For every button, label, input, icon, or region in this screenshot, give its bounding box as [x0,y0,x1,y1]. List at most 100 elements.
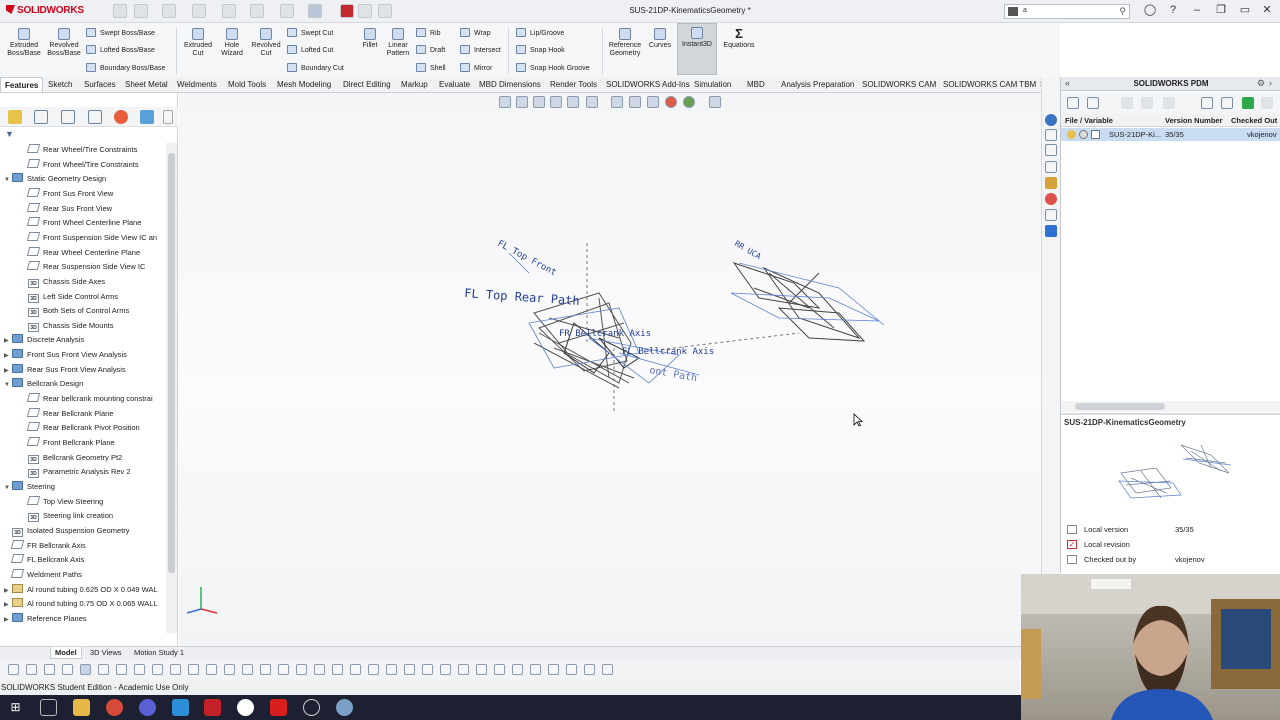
tree-item[interactable]: ▼ Bellcrank Design [4,377,83,392]
selection-filter-icon[interactable] [476,664,487,675]
tree-item[interactable]: Rear Bellcrank Pivot Position [20,421,140,436]
selection-filter-icon[interactable] [440,664,451,675]
lip-groove-button[interactable]: Lip/Groove [516,28,564,38]
tab-direct-editing[interactable]: Direct Editing [343,77,391,92]
pdm-new-icon[interactable] [1067,97,1079,109]
filter-icon[interactable]: ▼ [5,129,14,139]
snap-hook-button[interactable]: Snap Hook [516,45,565,55]
selection-filter-icon[interactable] [8,664,19,675]
tab-weldments[interactable]: Weldments [177,77,217,92]
tab-features[interactable]: Features [0,77,44,92]
revolved-cut-button[interactable]: Revolved Cut [248,28,284,58]
tab-markup[interactable]: Markup [401,77,428,92]
extruded-boss-button[interactable]: Extruded Boss/Base [4,28,44,58]
selection-filter-icon[interactable] [62,664,73,675]
tree-item[interactable]: ▶ Al round tubing 0.625 OD X 0.049 WAL [4,583,158,598]
home-pane-icon[interactable] [1045,129,1057,141]
wrap-button[interactable]: Wrap [460,28,491,38]
selection-filter-icon[interactable] [296,664,307,675]
tab-render-tools[interactable]: Render Tools [550,77,597,92]
tab-mbd-dimensions[interactable]: MBD Dimensions [479,77,541,92]
tree-item[interactable]: ▶ Front Sus Front View Analysis [4,348,127,363]
reference-geometry-button[interactable]: Reference Geometry [606,28,644,58]
selection-filter-icon[interactable] [602,664,613,675]
pane-settings-icon[interactable]: ⚙ [1257,78,1265,89]
pdm-details-icon[interactable] [1221,97,1233,109]
column-version[interactable]: Version Number [1165,114,1223,127]
mirror-button[interactable]: Mirror [460,63,492,73]
tab-simulation[interactable]: Simulation [694,77,731,92]
collapse-arrow-icon[interactable]: ▼ [4,378,12,393]
close-icon[interactable]: ✕ [1260,4,1274,18]
curves-button[interactable]: Curves [646,28,674,50]
selection-filter-icon[interactable] [314,664,325,675]
tree-item[interactable]: ▶ Rear Sus Front View Analysis [4,363,126,378]
tab-surfaces[interactable]: Surfaces [84,77,116,92]
pdm-file-row[interactable]: SUS-21DP-Ki... 35/35 vkojenov [1061,128,1280,141]
selection-filter-icon[interactable] [548,664,559,675]
collapse-arrow-icon[interactable]: ▼ [4,481,12,496]
selection-filter-icon[interactable] [566,664,577,675]
linear-pattern-button[interactable]: Linear Pattern [382,28,414,58]
pdm-undo-icon[interactable] [1163,97,1175,109]
selection-filter-icon[interactable] [170,664,181,675]
selection-filter-icon[interactable] [584,664,595,675]
selection-filter-icon[interactable] [404,664,415,675]
task-view-icon[interactable] [40,699,57,716]
tile-icon[interactable]: ▭ [1238,4,1252,18]
expand-arrow-icon[interactable]: ▶ [4,584,12,599]
selection-filter-icon[interactable] [278,664,289,675]
save-icon[interactable] [192,4,206,18]
tree-item[interactable]: Rear Sus Front View [20,202,112,217]
configuration-manager-icon[interactable] [61,110,75,124]
collapse-arrow-icon[interactable]: ▼ [4,173,12,188]
pdm-get-icon[interactable] [1141,97,1153,109]
pdm-checkin-icon[interactable] [1242,97,1254,109]
selection-filter-icon[interactable] [188,664,199,675]
selection-filter-icon[interactable] [152,664,163,675]
hole-wizard-button[interactable]: Hole Wizard [216,28,248,58]
fillet-button[interactable]: Fillet [358,28,382,50]
tree-item[interactable]: 3D Parametric Analysis Rev 2 [20,465,131,480]
custom-properties-icon[interactable] [1045,209,1057,221]
obs-icon[interactable] [237,699,254,716]
chrome-icon[interactable] [106,699,123,716]
tree-item[interactable]: Top View Steering [20,495,103,510]
lofted-cut-button[interactable]: Lofted Cut [287,45,333,55]
tab-sketch[interactable]: Sketch [48,77,72,92]
tab-solidworks-cam-tbm[interactable]: SOLIDWORKS CAM TBM [943,77,1036,92]
tab-model[interactable]: Model [50,647,82,659]
file-explorer-icon[interactable] [1045,161,1057,173]
tree-item[interactable]: Front Wheel Centerline Plane [20,216,141,231]
selection-filter-icon[interactable] [422,664,433,675]
tree-item[interactable]: Rear Suspension Side View IC [20,260,145,275]
select-icon[interactable] [308,4,322,18]
selection-filter-icon[interactable] [350,664,361,675]
tree-item[interactable]: Front Suspension Side View IC an [20,231,157,246]
feature-manager-icon[interactable] [8,110,22,124]
rear-suspension-geometry[interactable] [732,262,866,342]
selection-filter-icon[interactable] [242,664,253,675]
swept-boss-button[interactable]: Swept Boss/Base [86,28,155,38]
display-manager-icon[interactable] [114,110,128,124]
swept-cut-button[interactable]: Swept Cut [287,28,333,38]
shell-button[interactable]: Shell [416,63,446,73]
revolved-boss-button[interactable]: Revolved Boss/Base [44,28,84,58]
pdm-refresh-icon[interactable] [1121,97,1133,109]
solidworks-taskbar-icon[interactable] [204,699,221,716]
clock-app-icon[interactable] [303,699,320,716]
selection-filter-icon[interactable] [98,664,109,675]
home-icon[interactable] [113,4,127,18]
expand-arrow-icon[interactable]: ▶ [4,613,12,628]
scroll-thumb[interactable] [1075,403,1165,410]
tree-item[interactable]: 3D Isolated Suspension Geometry [4,524,130,539]
redo-icon[interactable] [280,4,294,18]
boundary-cut-button[interactable]: Boundary Cut [287,63,344,73]
help-icon[interactable]: ? [1166,4,1180,18]
tree-item[interactable]: Front Bellcrank Plane [20,436,115,451]
tree-item[interactable]: FR Bellcrank Axis [4,539,86,554]
tree-item[interactable]: FL Bellcrank Axis [4,553,84,568]
rib-button[interactable]: Rib [416,28,441,38]
selection-filter-icon[interactable] [116,664,127,675]
pdm-more-icon[interactable] [1261,97,1273,109]
